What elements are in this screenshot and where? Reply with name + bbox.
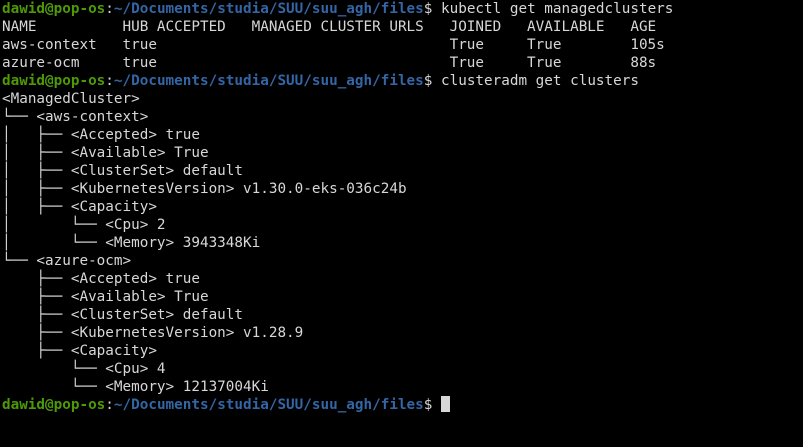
tree-line: │ └── <Cpu> 2 [2, 217, 166, 233]
tree-line: └── <aws-context> [2, 109, 149, 125]
text-cursor [441, 396, 450, 412]
table-row: aws-context true True True 105s [2, 37, 665, 53]
prompt-symbol: $ [423, 397, 441, 413]
prompt-user-host: dawid@pop-os [2, 1, 106, 17]
prompt-path: ~/Documents/studia/SUU/suu_agh/files [113, 1, 424, 17]
prompt-symbol: $ [423, 73, 441, 89]
prompt-colon: : [105, 73, 114, 89]
tree-line: └── <azure-ocm> [2, 253, 132, 269]
tree-line: ├── <KubernetesVersion> v1.28.9 [2, 325, 304, 341]
prompt-line-2: dawid@pop-os:~/Documents/studia/SUU/suu_… [2, 72, 803, 90]
prompt-user-host: dawid@pop-os [2, 73, 106, 89]
prompt-path: ~/Documents/studia/SUU/suu_agh/files [113, 397, 424, 413]
tree-line: └── <Cpu> 4 [2, 361, 166, 377]
prompt-colon: : [105, 1, 114, 17]
tree-line: ├── <ClusterSet> default [2, 307, 244, 323]
tree-line: │ ├── <KubernetesVersion> v1.30.0-eks-03… [2, 181, 407, 197]
tree-line: └── <Memory> 12137004Ki [2, 379, 269, 395]
prompt-line-1: dawid@pop-os:~/Documents/studia/SUU/suu_… [2, 0, 803, 18]
tree-line: │ ├── <Accepted> true [2, 127, 200, 143]
tree-line: │ ├── <ClusterSet> default [2, 163, 244, 179]
prompt-symbol: $ [423, 1, 441, 17]
prompt-colon: : [105, 397, 114, 413]
tree-line: ├── <Accepted> true [2, 271, 200, 287]
table-header: NAME HUB ACCEPTED MANAGED CLUSTER URLS J… [2, 19, 657, 35]
command-text: clusteradm get clusters [441, 73, 639, 89]
tree-line: ├── <Available> True [2, 289, 209, 305]
table-row: azure-ocm true True True 88s [2, 55, 657, 71]
prompt-path: ~/Documents/studia/SUU/suu_agh/files [113, 73, 424, 89]
prompt-user-host: dawid@pop-os [2, 397, 106, 413]
tree-line: │ ├── <Capacity> [2, 199, 157, 215]
prompt-line-3[interactable]: dawid@pop-os:~/Documents/studia/SUU/suu_… [2, 396, 803, 414]
tree-line: ├── <Capacity> [2, 343, 157, 359]
command-text: kubectl get managedclusters [441, 1, 674, 17]
tree-line: │ ├── <Available> True [2, 145, 209, 161]
tree-line: │ └── <Memory> 3943348Ki [2, 235, 261, 251]
tree-line: <ManagedCluster> [2, 91, 140, 107]
terminal-window[interactable]: dawid@pop-os:~/Documents/studia/SUU/suu_… [0, 0, 803, 447]
